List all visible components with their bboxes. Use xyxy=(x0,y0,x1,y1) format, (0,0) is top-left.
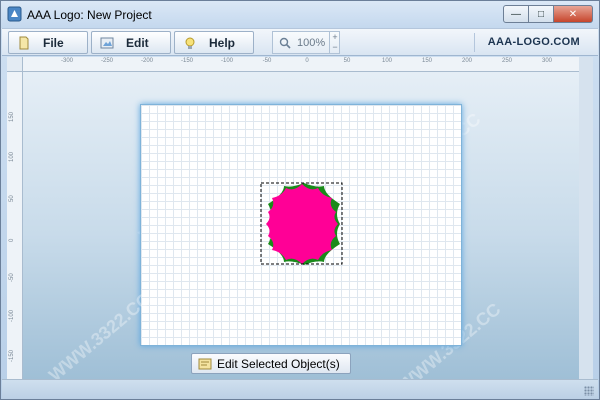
design-canvas[interactable] xyxy=(140,104,462,346)
zoom-in-button[interactable]: + xyxy=(330,32,340,42)
help-menu-button[interactable]: Help xyxy=(174,31,254,54)
ruler-tick-label: 50 xyxy=(9,195,15,202)
ruler-tick-label: 0 xyxy=(305,58,309,64)
ruler-tick-label: 250 xyxy=(501,58,513,64)
zoom-control[interactable]: 100% + − xyxy=(272,31,340,54)
workspace: -300 -250 -200 -150 -100 -50 0 50 100 150 200 250 30… xyxy=(7,57,587,379)
help-menu-label: Help xyxy=(209,35,236,50)
magnifier-icon xyxy=(279,37,291,49)
document-icon xyxy=(19,36,29,49)
toolbar-separator xyxy=(474,33,475,52)
ruler-tick-label: -100 xyxy=(220,58,234,64)
file-menu-button[interactable]: File xyxy=(8,31,88,54)
ruler-tick-label: -150 xyxy=(9,349,15,362)
ruler-tick-label: 100 xyxy=(381,58,393,64)
main-toolbar: File Edit Help 100% + − AAA-LOGO.COM xyxy=(2,28,598,56)
lightbulb-icon xyxy=(185,37,195,49)
edit-objects-icon xyxy=(198,358,212,369)
edit-selected-objects-button[interactable]: Edit Selected Object(s) xyxy=(191,353,351,374)
ruler-tick-label: 0 xyxy=(9,238,15,242)
ruler-tick-label: -300 xyxy=(60,58,74,64)
resize-grip[interactable] xyxy=(584,386,594,396)
ruler-tick-label: 300 xyxy=(541,58,553,64)
edit-selected-objects-label: Edit Selected Object(s) xyxy=(217,356,340,371)
edit-menu-button[interactable]: Edit xyxy=(91,31,171,54)
maximize-button[interactable]: □ xyxy=(528,5,554,23)
watermark: WWW.3322.CC xyxy=(44,288,155,379)
window-title: AAA Logo: New Project xyxy=(27,8,152,22)
ruler-tick-label: -100 xyxy=(9,309,15,322)
ruler-tick-label: 200 xyxy=(461,58,473,64)
ruler-tick-label: -50 xyxy=(9,273,15,282)
close-button[interactable]: ✕ xyxy=(553,5,593,23)
vertical-ruler: 150 100 50 0 -50 -100 -150 xyxy=(7,72,23,379)
status-bar xyxy=(2,379,598,399)
selected-logo-shape[interactable] xyxy=(260,182,344,266)
ruler-tick-label: 150 xyxy=(9,111,15,122)
edit-image-icon xyxy=(100,37,114,48)
ruler-tick-label: -250 xyxy=(100,58,114,64)
ruler-tick-label: -200 xyxy=(140,58,154,64)
zoom-stepper[interactable]: + − xyxy=(329,32,340,53)
app-window: AAA Logo: New Project — □ ✕ File Edit He… xyxy=(0,0,600,400)
ruler-corner xyxy=(7,57,23,72)
brand-label[interactable]: AAA-LOGO.COM xyxy=(488,36,580,48)
title-bar: AAA Logo: New Project — □ ✕ xyxy=(1,1,599,28)
file-menu-label: File xyxy=(43,35,64,50)
edit-menu-label: Edit xyxy=(126,35,149,50)
vertical-scrollbar[interactable] xyxy=(579,57,593,379)
app-logo-icon xyxy=(7,6,22,22)
ruler-tick-label: -150 xyxy=(180,58,194,64)
horizontal-ruler: -300 -250 -200 -150 -100 -50 0 50 100 150 200 250 30… xyxy=(23,57,587,72)
ruler-tick-label: 150 xyxy=(421,58,433,64)
minimize-button[interactable]: — xyxy=(503,5,529,23)
zoom-value: 100% xyxy=(297,37,326,49)
ruler-tick-label: 50 xyxy=(343,58,351,64)
zoom-out-button[interactable]: − xyxy=(330,42,340,52)
ruler-tick-label: 100 xyxy=(9,151,15,162)
ruler-tick-label: -50 xyxy=(262,58,272,64)
